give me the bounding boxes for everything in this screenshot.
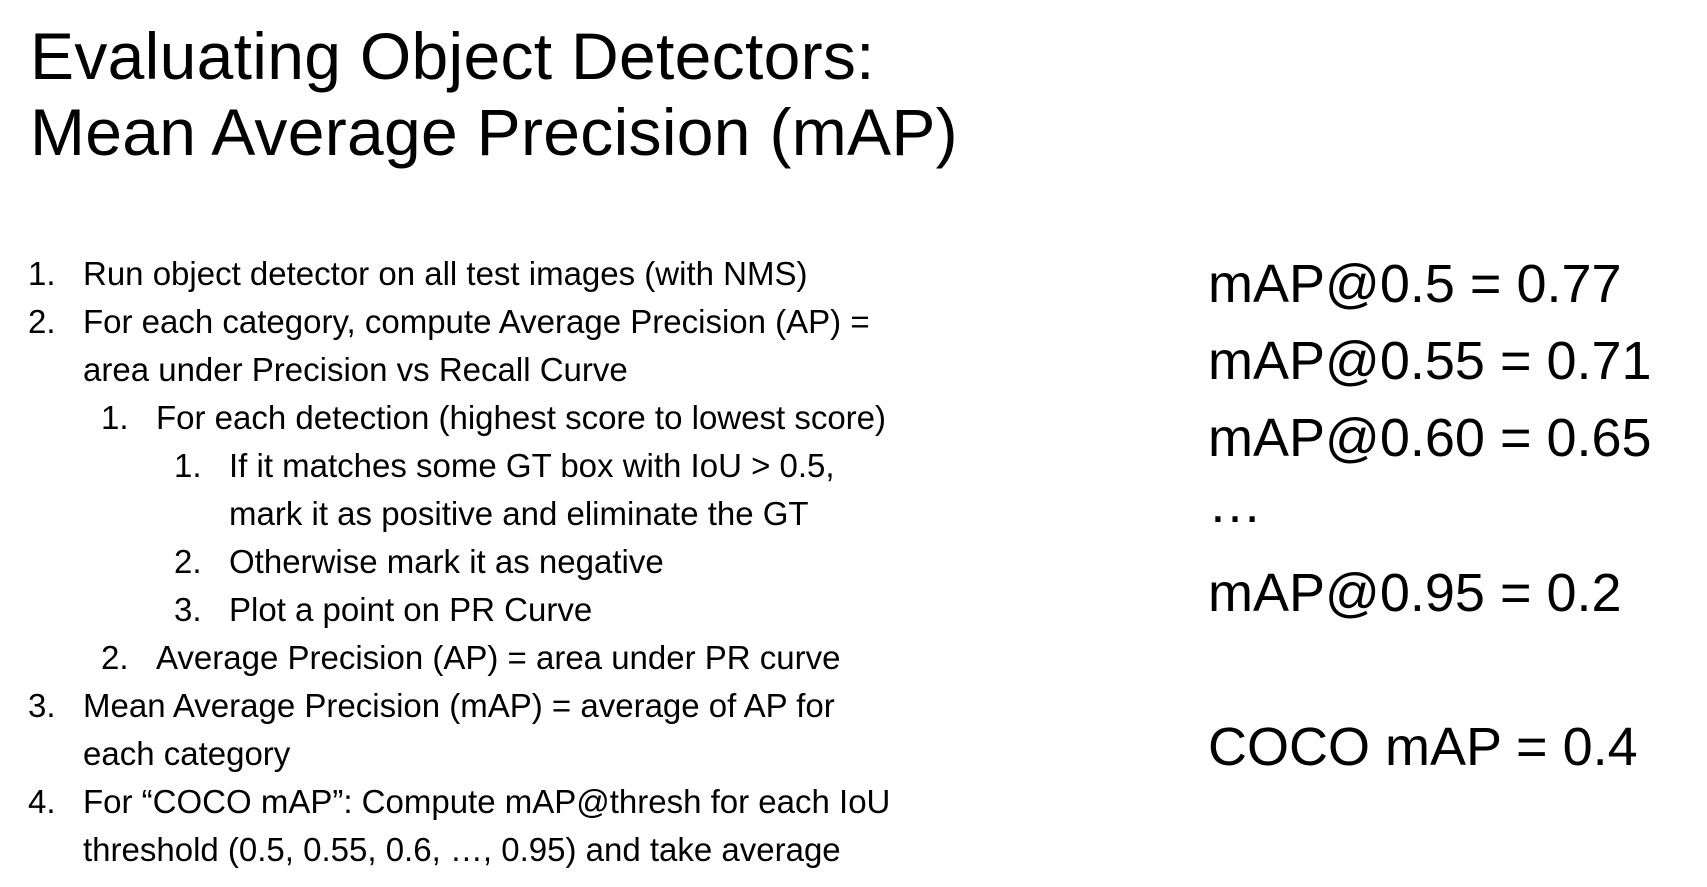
coco-map-result: COCO mAP = 0.4 <box>1208 717 1638 777</box>
map-result-0-60: mAP@0.60 = 0.65 <box>1208 408 1652 468</box>
list-item-text: For each detection (highest score to low… <box>156 399 887 436</box>
map-result-0-55: mAP@0.55 = 0.71 <box>1208 331 1652 391</box>
list-item-text: For each category, compute Average Preci… <box>83 303 870 340</box>
list-item-text: area under Precision vs Recall Curve <box>83 351 628 388</box>
list-item-text: mark it as positive and eliminate the GT <box>229 495 809 532</box>
list-item-number: 4. <box>28 783 56 820</box>
list-item-text: each category <box>83 735 291 772</box>
list-item-text: Mean Average Precision (mAP) = average o… <box>83 687 835 724</box>
list-item-text: For “COCO mAP”: Compute mAP@thresh for e… <box>83 783 891 820</box>
slide-title-line-2: Mean Average Precision (mAP) <box>30 95 958 169</box>
list-item-number: 1. <box>174 447 202 484</box>
list-item-text: Plot a point on PR Curve <box>229 591 593 628</box>
slide-title: Evaluating Object Detectors: Mean Averag… <box>30 18 958 170</box>
slide: Evaluating Object Detectors: Mean Averag… <box>0 0 1707 887</box>
map-result-0-95: mAP@0.95 = 0.2 <box>1208 563 1622 623</box>
list-item-number: 1. <box>101 399 129 436</box>
map-result-0-5: mAP@0.5 = 0.77 <box>1208 254 1622 314</box>
list-item-number: 3. <box>174 591 202 628</box>
list-item-number: 2. <box>101 639 129 676</box>
list-item-number: 1. <box>28 255 56 292</box>
slide-title-line-1: Evaluating Object Detectors: <box>30 19 875 93</box>
list-item-text: If it matches some GT box with IoU > 0.5… <box>229 447 835 484</box>
list-item-text: Run object detector on all test images (… <box>83 255 808 292</box>
list-item-number: 2. <box>174 543 202 580</box>
list-item-number: 3. <box>28 687 56 724</box>
list-item-text: threshold (0.5, 0.55, 0.6, …, 0.95) and … <box>83 831 841 868</box>
list-item-text: Average Precision (AP) = area under PR c… <box>156 639 841 676</box>
list-item-text: Otherwise mark it as negative <box>229 543 664 580</box>
list-item-number: 2. <box>28 303 56 340</box>
ellipsis: … <box>1208 474 1262 534</box>
